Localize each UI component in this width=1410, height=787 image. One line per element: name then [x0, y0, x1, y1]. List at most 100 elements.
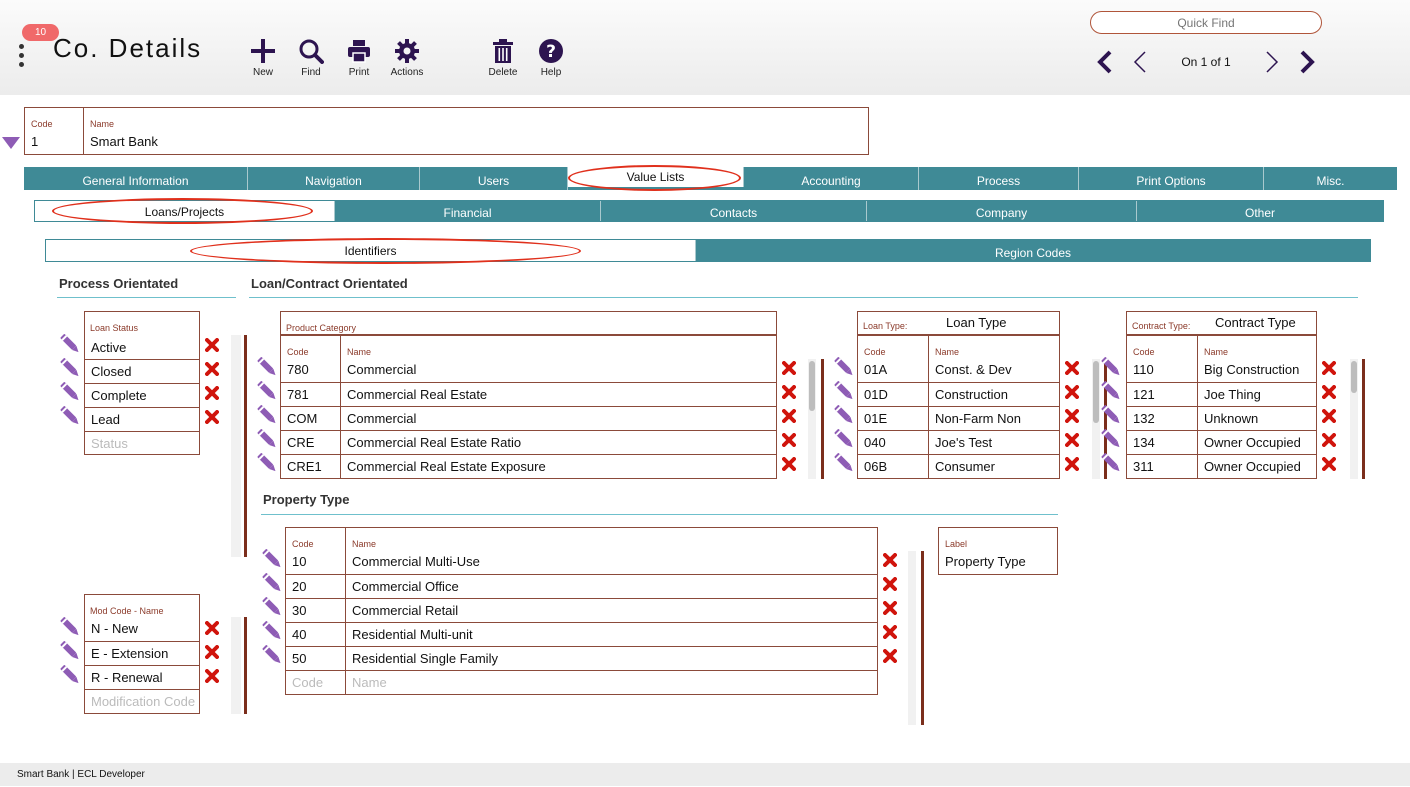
delete-x-icon[interactable]	[1322, 361, 1336, 375]
table-row[interactable]: 781 Commercial Real Estate	[281, 382, 776, 406]
delete-x-icon[interactable]	[1065, 385, 1079, 399]
edit-pencil-icon[interactable]	[59, 406, 81, 428]
code-cell[interactable]: 110	[1127, 358, 1154, 382]
name-cell[interactable]: Commercial Office	[346, 575, 459, 599]
delete-x-icon[interactable]	[205, 621, 219, 635]
new-code-input[interactable]: Code	[286, 671, 323, 695]
edit-pencil-icon[interactable]	[833, 357, 855, 379]
code-cell[interactable]: 06B	[858, 455, 887, 479]
delete-x-icon[interactable]	[883, 601, 897, 615]
delete-x-icon[interactable]	[205, 386, 219, 400]
list-item[interactable]: E - Extension	[85, 642, 168, 666]
list-item[interactable]: Active	[85, 336, 126, 360]
new-status-input[interactable]: Status	[85, 432, 128, 456]
name-cell[interactable]: Commercial Real Estate Ratio	[341, 431, 521, 455]
tab-accounting[interactable]: Accounting	[744, 167, 919, 190]
delete-x-icon[interactable]	[205, 410, 219, 424]
scrollbar[interactable]	[1350, 359, 1358, 479]
list-item[interactable]: Lead	[85, 408, 120, 432]
edit-pencil-icon[interactable]	[1100, 357, 1122, 379]
edit-pencil-icon[interactable]	[59, 358, 81, 380]
code-cell[interactable]: 40	[286, 623, 306, 647]
list-item[interactable]: Closed	[85, 360, 131, 384]
edit-pencil-icon[interactable]	[261, 645, 283, 667]
name-cell[interactable]: Commercial Real Estate Exposure	[341, 455, 546, 479]
edit-pencil-icon[interactable]	[833, 381, 855, 403]
subtab-financial[interactable]: Financial	[335, 201, 601, 221]
name-cell[interactable]: Big Construction	[1198, 358, 1299, 382]
table-row[interactable]: 01A Const. & Dev	[858, 358, 1059, 382]
delete-button[interactable]: Delete	[481, 38, 525, 78]
quick-find-input[interactable]	[1090, 11, 1322, 34]
scrollbar[interactable]	[1092, 359, 1100, 479]
tab-users[interactable]: Users	[420, 167, 568, 190]
code-field[interactable]: Code 1	[24, 107, 84, 155]
code-cell[interactable]: 30	[286, 599, 306, 623]
table-row[interactable]: 50 Residential Single Family	[286, 646, 877, 670]
edit-pencil-icon[interactable]	[261, 573, 283, 595]
name-cell[interactable]: Residential Multi-unit	[346, 623, 473, 647]
name-field[interactable]: Name Smart Bank	[83, 107, 869, 155]
tab-process[interactable]: Process	[919, 167, 1079, 190]
find-button[interactable]: Find	[289, 38, 333, 78]
code-cell[interactable]: CRE1	[281, 455, 322, 479]
delete-x-icon[interactable]	[883, 577, 897, 591]
tab-print-options[interactable]: Print Options	[1079, 167, 1264, 190]
innertab-region-codes[interactable]: Region Codes	[696, 240, 1370, 261]
code-cell[interactable]: 134	[1127, 431, 1155, 455]
tab-general-information[interactable]: General Information	[24, 167, 248, 190]
code-cell[interactable]: 780	[281, 358, 309, 382]
table-row[interactable]: 121 Joe Thing	[1127, 382, 1316, 406]
kebab-menu-icon[interactable]	[19, 44, 27, 72]
table-row[interactable]: 20 Commercial Office	[286, 574, 877, 598]
delete-x-icon[interactable]	[1322, 409, 1336, 423]
edit-pencil-icon[interactable]	[256, 453, 278, 475]
edit-pencil-icon[interactable]	[59, 334, 81, 356]
edit-pencil-icon[interactable]	[1100, 453, 1122, 475]
delete-x-icon[interactable]	[782, 409, 796, 423]
code-cell[interactable]: 20	[286, 575, 306, 599]
delete-x-icon[interactable]	[1322, 457, 1336, 471]
name-cell[interactable]: Unknown	[1198, 407, 1258, 431]
table-row[interactable]: CRE1 Commercial Real Estate Exposure	[281, 454, 776, 478]
delete-x-icon[interactable]	[883, 649, 897, 663]
code-cell[interactable]: 01D	[858, 383, 888, 407]
print-button[interactable]: Print	[337, 38, 381, 78]
edit-pencil-icon[interactable]	[59, 617, 81, 639]
edit-pencil-icon[interactable]	[256, 381, 278, 403]
table-row[interactable]: 10 Commercial Multi-Use	[286, 550, 877, 574]
delete-x-icon[interactable]	[1065, 409, 1079, 423]
delete-x-icon[interactable]	[1065, 361, 1079, 375]
table-row[interactable]: CRE Commercial Real Estate Ratio	[281, 430, 776, 454]
new-entry-row[interactable]: Code Name	[286, 670, 877, 694]
next-record-icon[interactable]	[1262, 50, 1282, 74]
name-cell[interactable]: Commercial	[341, 407, 416, 431]
subtab-company[interactable]: Company	[867, 201, 1137, 221]
subtab-contacts[interactable]: Contacts	[601, 201, 867, 221]
name-cell[interactable]: Const. & Dev	[929, 358, 1012, 382]
delete-x-icon[interactable]	[1065, 457, 1079, 471]
edit-pencil-icon[interactable]	[833, 453, 855, 475]
code-cell[interactable]: 10	[286, 550, 306, 574]
delete-x-icon[interactable]	[782, 361, 796, 375]
previous-record-icon[interactable]	[1130, 50, 1150, 74]
delete-x-icon[interactable]	[782, 457, 796, 471]
scrollbar[interactable]	[231, 335, 241, 557]
table-row[interactable]: 132 Unknown	[1127, 406, 1316, 430]
scrollbar[interactable]	[231, 617, 241, 714]
table-row[interactable]: 110 Big Construction	[1127, 358, 1316, 382]
code-cell[interactable]: 50	[286, 647, 306, 671]
edit-pencil-icon[interactable]	[833, 405, 855, 427]
edit-pencil-icon[interactable]	[833, 429, 855, 451]
code-cell[interactable]: 311	[1127, 455, 1154, 479]
list-item[interactable]: R - Renewal	[85, 666, 163, 690]
list-item[interactable]: Complete	[85, 384, 147, 408]
delete-x-icon[interactable]	[883, 553, 897, 567]
edit-pencil-icon[interactable]	[1100, 381, 1122, 403]
delete-x-icon[interactable]	[1322, 385, 1336, 399]
code-cell[interactable]: 01A	[858, 358, 887, 382]
collapse-triangle-icon[interactable]	[2, 137, 20, 149]
edit-pencil-icon[interactable]	[256, 429, 278, 451]
list-item[interactable]: N - New	[85, 617, 138, 641]
delete-x-icon[interactable]	[883, 625, 897, 639]
